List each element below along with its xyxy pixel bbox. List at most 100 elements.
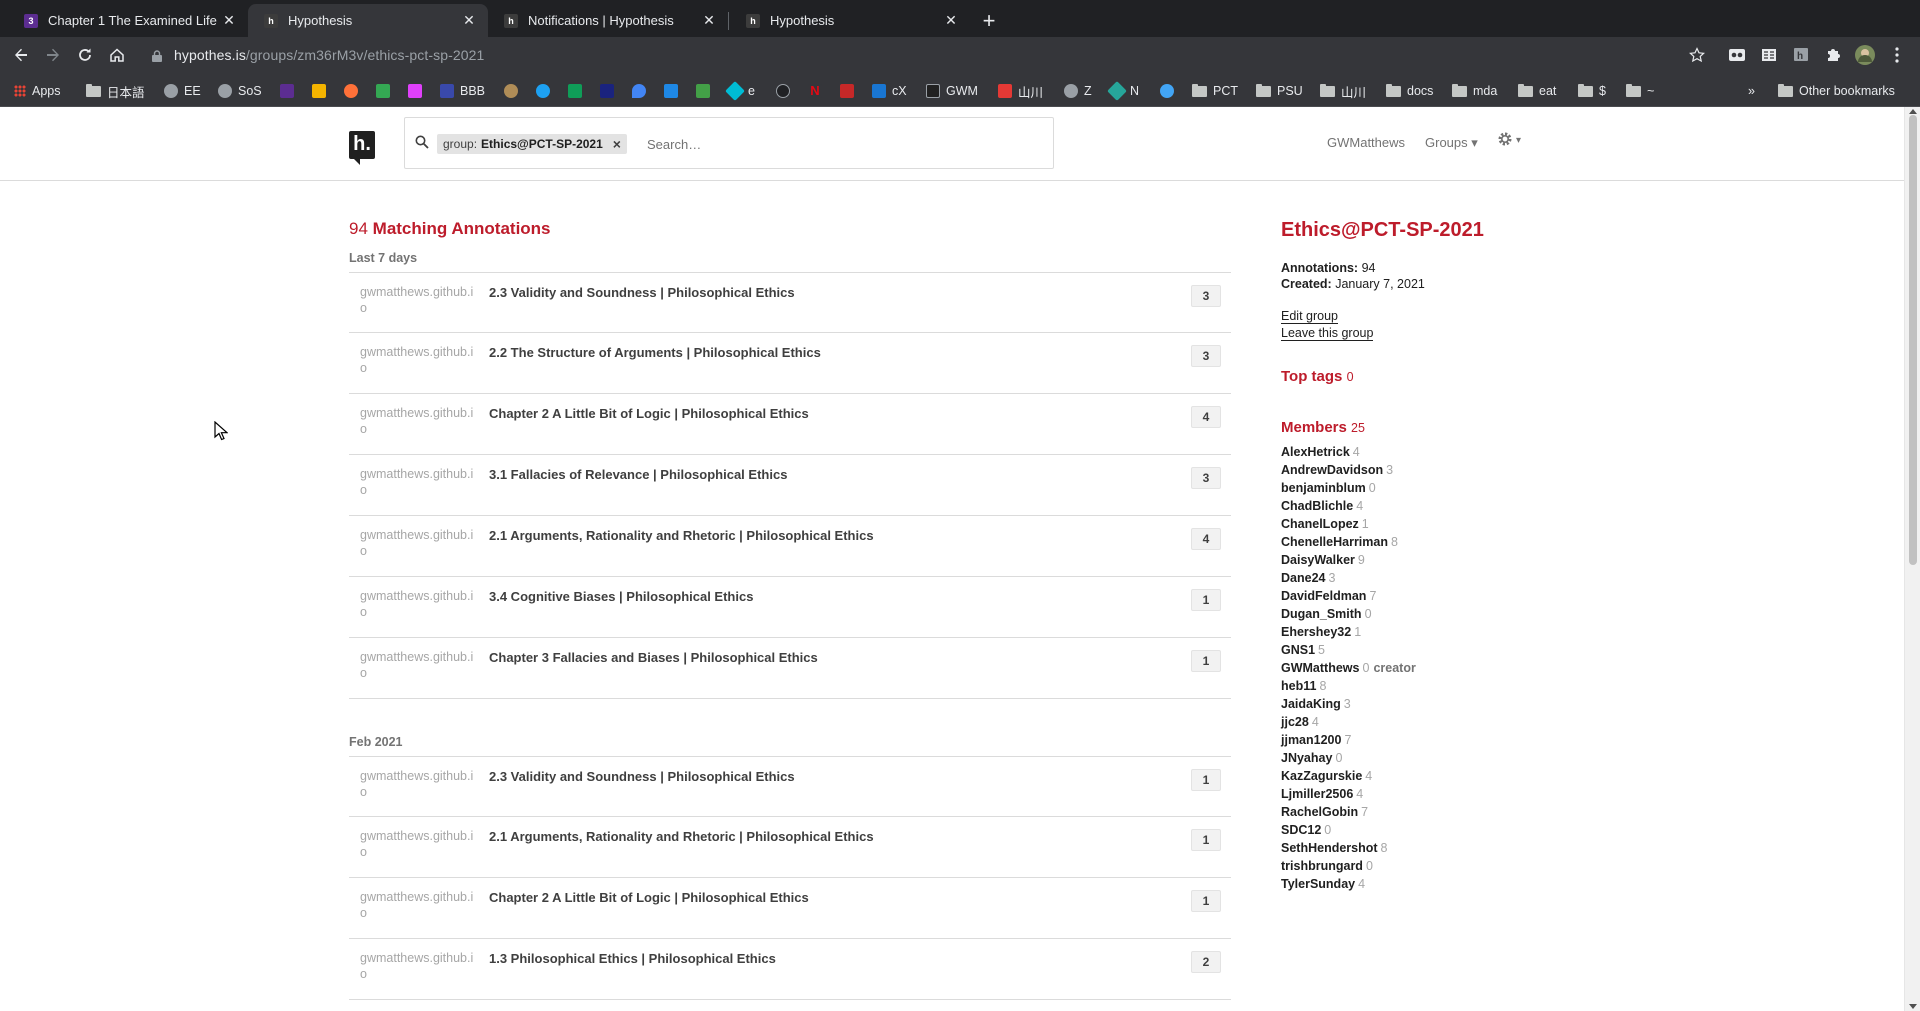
member-name[interactable]: trishbrungard xyxy=(1281,859,1363,873)
member-name[interactable]: DaisyWalker xyxy=(1281,553,1355,567)
bookmark-apps[interactable]: Apps xyxy=(14,82,61,100)
annotation-row[interactable]: gwmatthews.github.io 2.1 Arguments, Ratio… xyxy=(349,817,1231,878)
member-name[interactable]: Dugan_Smith xyxy=(1281,607,1362,621)
annotation-document-title[interactable]: 1.3 Philosophical Ethics | Philosophical… xyxy=(489,951,776,966)
bookmark-folder-tilde[interactable]: ~ xyxy=(1626,82,1654,100)
bookmark-sos[interactable]: SoS xyxy=(218,82,262,100)
annotation-document-title[interactable]: 2.1 Arguments, Rationality and Rhetoric … xyxy=(489,528,874,543)
close-tab-icon[interactable]: ✕ xyxy=(700,12,718,30)
bookmark-folder-mda[interactable]: mda xyxy=(1452,82,1497,100)
bookmark-twitter-icon[interactable] xyxy=(536,82,556,100)
annotation-domain[interactable]: gwmatthews.github.io xyxy=(360,768,478,800)
member-item[interactable]: TylerSunday 4 xyxy=(1281,877,1365,891)
annotation-document-title[interactable]: 3.1 Fallacies of Relevance | Philosophic… xyxy=(489,467,787,482)
annotation-row[interactable]: gwmatthews.github.io 2.2 The Structure of… xyxy=(349,333,1231,394)
forward-arrow-icon[interactable] xyxy=(40,42,66,68)
annotation-document-title[interactable]: 2.1 Arguments, Rationality and Rhetoric … xyxy=(489,829,874,844)
bookmarks-overflow-chevron-icon[interactable]: » xyxy=(1748,82,1755,100)
leave-group-link[interactable]: Leave this group xyxy=(1281,326,1374,341)
scroll-up-arrow-icon[interactable] xyxy=(1909,109,1917,114)
tab-chapter-1[interactable]: 3 Chapter 1 The Examined Life | ✕ xyxy=(8,4,248,37)
member-name[interactable]: ChadBlichle xyxy=(1281,499,1353,513)
member-item[interactable]: Ljmiller2506 4 xyxy=(1281,787,1363,801)
member-item[interactable]: JaidaKing 3 xyxy=(1281,697,1351,711)
bookmark-folder-yamakawa[interactable]: 山川 xyxy=(1320,82,1366,100)
annotation-row[interactable]: gwmatthews.github.io 2.1 Arguments, Ratio… xyxy=(349,516,1231,577)
member-item[interactable]: AndrewDavidson 3 xyxy=(1281,463,1393,477)
annotation-row[interactable]: gwmatthews.github.io 2.3 Validity and Sou… xyxy=(349,272,1231,333)
member-name[interactable]: JaidaKing xyxy=(1281,697,1341,711)
bookmark-github-icon[interactable] xyxy=(776,82,796,100)
bookmark-hand-icon[interactable] xyxy=(376,82,396,100)
bookmark-plus-icon[interactable] xyxy=(696,82,716,100)
edit-group-link[interactable]: Edit group xyxy=(1281,309,1338,324)
bookmark-badge-icon[interactable] xyxy=(504,82,524,100)
member-name[interactable]: KazZagurskie xyxy=(1281,769,1362,783)
bookmark-folder-docs[interactable]: docs xyxy=(1386,82,1433,100)
bookmark-n[interactable]: N xyxy=(1107,81,1139,101)
profile-avatar-icon[interactable] xyxy=(1854,44,1876,66)
member-name[interactable]: ChanelLopez xyxy=(1281,517,1359,531)
member-item[interactable]: ChadBlichle 4 xyxy=(1281,499,1363,513)
annotation-document-title[interactable]: 2.3 Validity and Soundness | Philosophic… xyxy=(489,769,795,784)
bookmark-ee[interactable]: EE xyxy=(164,82,201,100)
member-name[interactable]: RachelGobin xyxy=(1281,805,1358,819)
scroll-down-arrow-icon[interactable] xyxy=(1909,1004,1917,1009)
annotation-domain[interactable]: gwmatthews.github.io xyxy=(360,527,478,559)
search-bar[interactable]: group: Ethics@PCT-SP-2021 × xyxy=(404,117,1054,169)
hypothesis-extension-icon[interactable]: h xyxy=(1790,44,1812,66)
search-input[interactable] xyxy=(647,133,1027,155)
annotation-row[interactable]: gwmatthews.github.io Chapter 2 A Little B… xyxy=(349,394,1231,455)
annotation-document-title[interactable]: 2.3 Validity and Soundness | Philosophic… xyxy=(489,285,795,300)
glasses-extension-icon[interactable] xyxy=(1726,44,1748,66)
member-item[interactable]: SethHendershot 8 xyxy=(1281,841,1388,855)
member-item[interactable]: trishbrungard 0 xyxy=(1281,859,1373,873)
member-item[interactable]: Dane24 3 xyxy=(1281,571,1335,585)
bookmark-info-icon[interactable] xyxy=(408,82,428,100)
member-item[interactable]: Dugan_Smith 0 xyxy=(1281,607,1372,621)
menu-dots-icon[interactable] xyxy=(1886,44,1908,66)
bookmark-folder-eat[interactable]: eat xyxy=(1518,82,1556,100)
annotation-row[interactable]: gwmatthews.github.io 2.3 Validity and Sou… xyxy=(349,756,1231,817)
member-item[interactable]: KazZagurskie 4 xyxy=(1281,769,1372,783)
extensions-puzzle-icon[interactable] xyxy=(1822,44,1844,66)
remove-filter-icon[interactable]: × xyxy=(613,136,621,152)
hypothesis-logo[interactable]: h. xyxy=(349,131,375,165)
bookmark-drive-icon[interactable] xyxy=(568,82,588,100)
annotation-document-title[interactable]: Chapter 2 A Little Bit of Logic | Philos… xyxy=(489,406,809,421)
bookmark-yamakawa[interactable]: 山川 xyxy=(998,82,1043,100)
annotation-document-title[interactable]: 3.4 Cognitive Biases | Philosophical Eth… xyxy=(489,589,753,604)
bookmark-chart-icon[interactable] xyxy=(312,82,332,100)
tab-hypothesis[interactable]: h Hypothesis ✕ xyxy=(730,4,970,37)
member-item[interactable]: GWMatthews 0 creator xyxy=(1281,661,1416,675)
bookmark-book-icon[interactable] xyxy=(280,82,300,100)
member-item[interactable]: Ehershey32 1 xyxy=(1281,625,1361,639)
member-item[interactable]: jjman1200 7 xyxy=(1281,733,1351,747)
bookmark-star-icon[interactable] xyxy=(1686,44,1708,66)
member-name[interactable]: SDC12 xyxy=(1281,823,1321,837)
member-name[interactable]: JNyahay xyxy=(1281,751,1332,765)
close-tab-icon[interactable]: ✕ xyxy=(460,12,478,30)
bookmark-z[interactable]: Z xyxy=(1064,82,1092,100)
member-item[interactable]: ChanelLopez 1 xyxy=(1281,517,1369,531)
member-item[interactable]: DaisyWalker 9 xyxy=(1281,553,1365,567)
member-name[interactable]: DavidFeldman xyxy=(1281,589,1366,603)
member-name[interactable]: GNS1 xyxy=(1281,643,1315,657)
member-item[interactable]: jjc28 4 xyxy=(1281,715,1319,729)
annotation-domain[interactable]: gwmatthews.github.io xyxy=(360,649,478,681)
bookmark-script-icon[interactable] xyxy=(840,82,860,100)
back-arrow-icon[interactable] xyxy=(8,42,34,68)
member-name[interactable]: Ehershey32 xyxy=(1281,625,1351,639)
new-tab-icon[interactable]: + xyxy=(976,8,1002,34)
annotation-domain[interactable]: gwmatthews.github.io xyxy=(360,950,478,982)
member-name[interactable]: benjaminblum xyxy=(1281,481,1366,495)
search-filter-chip[interactable]: group: Ethics@PCT-SP-2021 × xyxy=(437,134,627,154)
annotation-domain[interactable]: gwmatthews.github.io xyxy=(360,405,478,437)
annotation-document-title[interactable]: Chapter 2 A Little Bit of Logic | Philos… xyxy=(489,890,809,905)
member-name[interactable]: Ljmiller2506 xyxy=(1281,787,1353,801)
close-tab-icon[interactable]: ✕ xyxy=(220,12,238,30)
settings-menu[interactable]: ▾ xyxy=(1497,131,1521,150)
bookmark-folder-psu[interactable]: PSU xyxy=(1256,82,1303,100)
annotation-domain[interactable]: gwmatthews.github.io xyxy=(360,889,478,921)
tab-hypothesis-active[interactable]: h Hypothesis ✕ xyxy=(248,4,488,37)
